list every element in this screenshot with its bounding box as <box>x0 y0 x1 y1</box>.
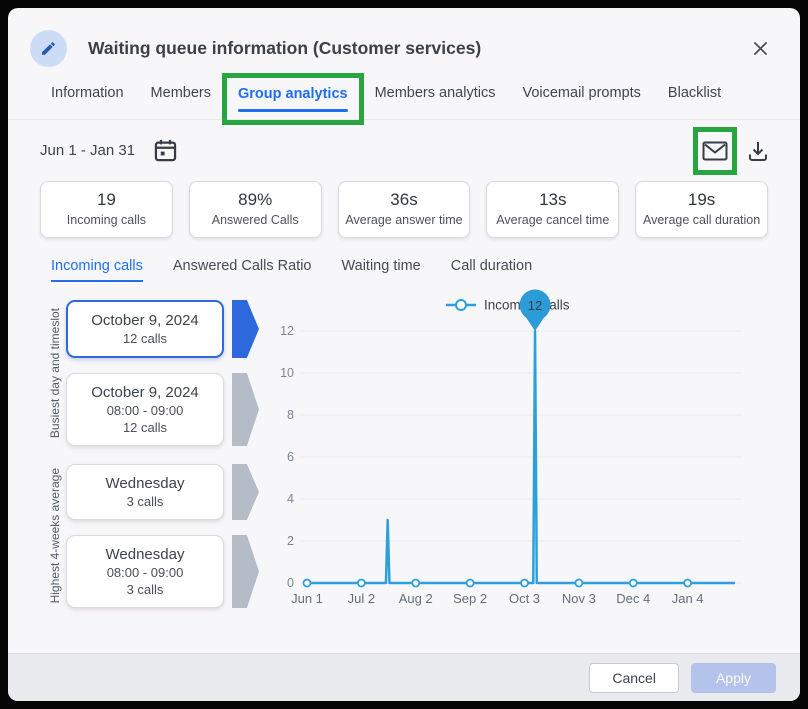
svg-text:8: 8 <box>287 408 294 422</box>
stat-value: 89% <box>194 190 317 210</box>
svg-text:Jul 2: Jul 2 <box>348 591 375 606</box>
chart-area: 0 2 4 6 8 10 12 Jun 1 Jul 2 Aug 2 Sep 2 Oct 3 Nov 3 D… <box>264 288 800 653</box>
email-report-button[interactable] <box>702 140 728 162</box>
subtab-waiting-time[interactable]: Waiting time <box>342 258 421 282</box>
stat-label: Average answer time <box>343 213 466 227</box>
card-calls: 3 calls <box>127 582 164 597</box>
apply-button[interactable]: Apply <box>691 663 776 693</box>
calendar-icon <box>152 137 179 164</box>
card-calls: 3 calls <box>127 494 164 509</box>
incoming-calls-chart[interactable]: 0 2 4 6 8 10 12 Jun 1 Jul 2 Aug 2 Sep 2 Oct 3 Nov 3 D… <box>264 288 764 618</box>
stats-row: 19 Incoming calls 89% Answered Calls 36s… <box>40 181 768 238</box>
card-title: Wednesday <box>106 475 185 492</box>
card-title: October 9, 2024 <box>91 312 199 329</box>
highest-average-group-label: Highest 4-weeks average <box>48 468 62 603</box>
stat-average-cancel-time: 13s Average cancel time <box>486 181 619 238</box>
highest-average-timeslot-card[interactable]: Wednesday 08:00 - 09:00 3 calls <box>66 535 224 608</box>
busiest-day-group: Busiest day and timeslot October 9, 2024… <box>44 300 259 446</box>
busiest-day-group-label: Busiest day and timeslot <box>48 308 62 438</box>
stat-value: 36s <box>343 190 466 210</box>
svg-text:Jun 1: Jun 1 <box>291 591 323 606</box>
download-icon <box>746 139 770 163</box>
analytics-toolbar: Jun 1 - Jan 31 <box>8 120 800 164</box>
tab-members-analytics[interactable]: Members analytics <box>375 85 496 101</box>
card-calls: 12 calls <box>123 420 167 435</box>
card-title: October 9, 2024 <box>91 384 199 401</box>
waiting-queue-dialog: Waiting queue information (Customer serv… <box>8 8 800 701</box>
envelope-icon <box>702 140 728 162</box>
svg-text:Jan 4: Jan 4 <box>672 591 704 606</box>
date-range-value[interactable]: Jun 1 - Jan 31 <box>40 142 135 159</box>
svg-text:Sep 2: Sep 2 <box>453 591 487 606</box>
highest-average-group: Highest 4-weeks average Wednesday 3 call… <box>44 464 259 608</box>
toolbar-actions <box>693 139 770 163</box>
highest-average-timeslot-row: Wednesday 08:00 - 09:00 3 calls <box>66 535 259 608</box>
subtab-incoming-calls[interactable]: Incoming calls <box>51 258 143 282</box>
tab-voicemail-prompts[interactable]: Voicemail prompts <box>522 85 640 101</box>
close-icon <box>751 39 770 58</box>
highlights-panel: Busiest day and timeslot October 9, 2024… <box>44 288 259 653</box>
busiest-timeslot-row: October 9, 2024 08:00 - 09:00 12 calls <box>66 373 259 446</box>
card-timeslot: 08:00 - 09:00 <box>107 403 184 418</box>
stat-average-answer-time: 36s Average answer time <box>338 181 471 238</box>
arrow-right-icon <box>232 464 259 520</box>
highest-average-day-card[interactable]: Wednesday 3 calls <box>66 464 224 520</box>
stat-answered-calls: 89% Answered Calls <box>189 181 322 238</box>
stat-value: 19s <box>640 190 763 210</box>
stat-incoming-calls: 19 Incoming calls <box>40 181 173 238</box>
active-tab-underline <box>238 109 348 112</box>
svg-text:Aug 2: Aug 2 <box>399 591 433 606</box>
arrow-right-icon <box>232 373 259 446</box>
arrow-right-icon <box>232 300 259 358</box>
arrow-right-icon <box>232 535 259 608</box>
card-calls: 12 calls <box>123 331 167 346</box>
tab-blacklist[interactable]: Blacklist <box>668 85 721 101</box>
tab-information[interactable]: Information <box>51 85 124 101</box>
card-timeslot: 08:00 - 09:00 <box>107 565 184 580</box>
tab-bar: Information Members Group analytics Memb… <box>8 67 800 120</box>
close-button[interactable] <box>747 35 774 62</box>
svg-text:6: 6 <box>287 450 294 464</box>
highest-average-day-row: Wednesday 3 calls <box>66 464 259 520</box>
analytics-body: Busiest day and timeslot October 9, 2024… <box>8 282 800 653</box>
busiest-day-row: October 9, 2024 12 calls <box>66 300 259 358</box>
svg-text:10: 10 <box>280 366 294 380</box>
stat-average-call-duration: 19s Average call duration <box>635 181 768 238</box>
svg-text:12: 12 <box>280 324 294 338</box>
svg-text:4: 4 <box>287 492 294 506</box>
svg-text:2: 2 <box>287 534 294 548</box>
svg-text:0: 0 <box>287 576 294 590</box>
dialog-title: Waiting queue information (Customer serv… <box>88 38 481 59</box>
svg-text:12: 12 <box>528 298 542 313</box>
svg-text:Dec 4: Dec 4 <box>616 591 650 606</box>
card-title: Wednesday <box>106 546 185 563</box>
subtab-answered-calls-ratio[interactable]: Answered Calls Ratio <box>173 258 312 282</box>
subtab-call-duration[interactable]: Call duration <box>451 258 532 282</box>
stat-value: 19 <box>45 190 168 210</box>
edit-icon <box>30 30 67 67</box>
date-picker-button[interactable] <box>152 137 179 164</box>
tab-group-analytics[interactable]: Group analytics <box>238 86 348 102</box>
annotation-box-email <box>693 127 737 175</box>
stat-label: Average call duration <box>640 213 763 227</box>
stat-label: Average cancel time <box>491 213 614 227</box>
cancel-button[interactable]: Cancel <box>589 663 679 693</box>
stat-value: 13s <box>491 190 614 210</box>
busiest-day-card[interactable]: October 9, 2024 12 calls <box>66 300 224 358</box>
stat-label: Answered Calls <box>194 213 317 227</box>
tab-members[interactable]: Members <box>151 85 211 101</box>
svg-text:Oct 3: Oct 3 <box>509 591 540 606</box>
dialog-footer: Cancel Apply <box>8 653 800 701</box>
annotation-box-group-analytics: Group analytics <box>222 73 364 125</box>
svg-text:Nov 3: Nov 3 <box>562 591 596 606</box>
busiest-timeslot-card[interactable]: October 9, 2024 08:00 - 09:00 12 calls <box>66 373 224 446</box>
chart-subtabs: Incoming calls Answered Calls Ratio Wait… <box>51 258 800 282</box>
dialog-header: Waiting queue information (Customer serv… <box>8 8 800 67</box>
stat-label: Incoming calls <box>45 213 168 227</box>
download-report-button[interactable] <box>746 139 770 163</box>
